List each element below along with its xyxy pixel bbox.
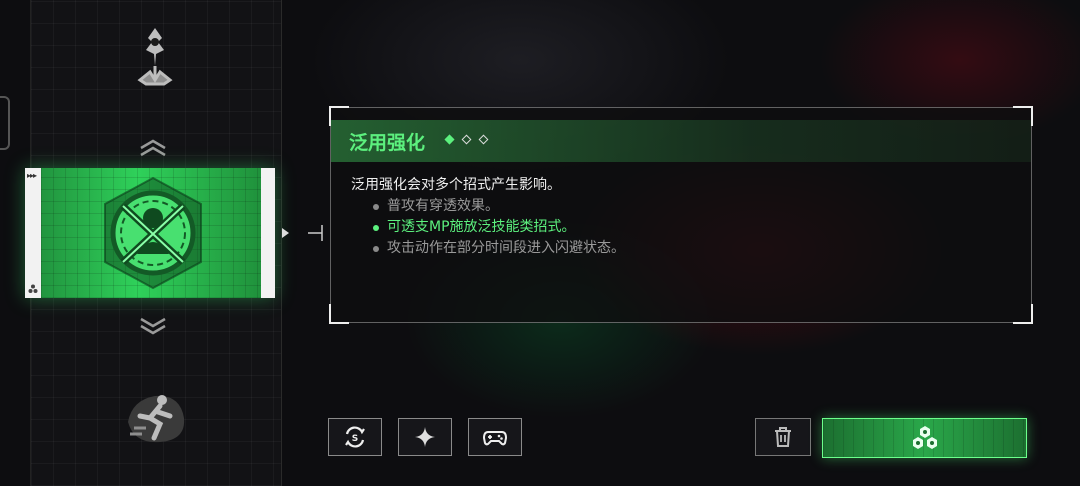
level-diamond-filled-icon <box>444 134 455 145</box>
panel-description: 泛用强化会对多个招式产生影响。 <box>351 177 561 193</box>
panel-title: 泛用强化 <box>349 132 426 154</box>
level-diamond-empty-icon <box>478 134 489 145</box>
effect-item: 普攻有穿透效果。 <box>371 196 625 217</box>
swap-button[interactable]: S <box>328 418 382 456</box>
effect-list: 普攻有穿透效果。 可透支MP施放泛技能类招式。 攻击动作在部分时间段进入闪避状态… <box>371 196 625 259</box>
flower-thorn-icon <box>137 28 173 86</box>
equip-button[interactable] <box>822 418 1027 458</box>
gamepad-icon <box>482 431 508 446</box>
side-tab-handle[interactable] <box>0 96 10 150</box>
sparkle-icon <box>415 427 435 447</box>
skill-slot-lower[interactable] <box>120 382 190 452</box>
gamepad-button[interactable] <box>468 418 522 456</box>
pointer-arrow-icon <box>282 228 289 238</box>
chevron-up-icon[interactable] <box>138 138 168 158</box>
connector-line-icon <box>308 225 323 241</box>
chevron-down-icon[interactable] <box>138 316 168 336</box>
card-corner-chevrons-icon: ▸▸▸ <box>27 171 37 180</box>
effect-item-highlighted: 可透支MP施放泛技能类招式。 <box>371 217 625 238</box>
selected-skill-card[interactable]: ▸▸▸ <box>25 168 275 298</box>
card-left-cap <box>25 168 41 298</box>
skill-slot-upper[interactable] <box>120 20 190 90</box>
panel-corner <box>1013 304 1033 324</box>
hex-cluster-icon <box>912 426 937 449</box>
level-indicator <box>444 134 489 145</box>
trash-icon <box>775 427 791 447</box>
panel-header: 泛用强化 <box>331 120 1031 162</box>
card-hex-mini-icon <box>28 284 38 293</box>
crossed-swords-emblem-icon <box>104 176 202 290</box>
card-right-cap <box>261 168 275 298</box>
sprint-figure-icon <box>128 395 185 443</box>
delete-button[interactable] <box>755 418 811 456</box>
svg-text:S: S <box>352 434 358 444</box>
swap-cycle-icon: S <box>345 426 365 448</box>
effect-item: 攻击动作在部分时间段进入闪避状态。 <box>371 238 625 259</box>
skill-info-panel: 泛用强化 泛用强化会对多个招式产生影响。 普攻有穿透效果。 可透支MP施放泛技能… <box>329 106 1033 324</box>
level-diamond-empty-icon <box>461 134 472 145</box>
panel-corner <box>329 304 349 324</box>
sparkle-button[interactable] <box>398 418 452 456</box>
